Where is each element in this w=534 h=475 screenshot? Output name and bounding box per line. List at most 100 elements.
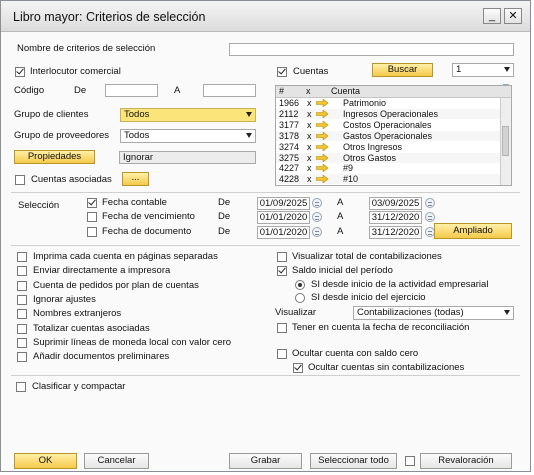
account-x: x <box>307 141 312 152</box>
date-filter-checkbox[interactable] <box>87 198 97 208</box>
criteria-name-label: Nombre de criterios de selección <box>17 43 156 54</box>
business-partner-label: Interlocutor comercial <box>30 66 121 77</box>
radio-company-start[interactable] <box>295 280 305 290</box>
date-from-label: De <box>218 211 231 222</box>
date-from-input[interactable]: 01/01/2020 <box>257 211 310 224</box>
date-to-input[interactable]: 31/12/2020 <box>369 226 422 239</box>
expanded-button[interactable]: Ampliado <box>434 223 512 239</box>
code-from-input[interactable] <box>105 84 158 97</box>
option-checkbox[interactable] <box>17 323 27 334</box>
display-label: Visualizar <box>275 307 317 318</box>
date-from-input[interactable]: 01/01/2020 <box>257 226 310 239</box>
table-row[interactable]: 1966 x Patrimonio <box>276 98 501 108</box>
calendar-icon[interactable] <box>312 198 322 208</box>
link-arrow-icon[interactable] <box>316 131 329 140</box>
table-header: # x Cuenta <box>276 86 511 98</box>
account-x: x <box>307 152 312 163</box>
show-total-checkbox[interactable] <box>277 252 287 262</box>
option-label: Añadir documentos preliminares <box>33 351 170 363</box>
revaluation-checkbox[interactable] <box>405 456 415 466</box>
calendar-icon[interactable] <box>312 212 322 222</box>
radio-company-start-label: SI desde inicio de la actividad empresar… <box>311 279 489 290</box>
account-name: Otros Gastos <box>343 152 397 163</box>
account-code: 1966 <box>279 98 300 108</box>
header-number: # <box>279 86 285 96</box>
date-to-input[interactable]: 03/09/2025 <box>369 197 422 210</box>
option-checkbox[interactable] <box>17 337 27 348</box>
option-checkbox[interactable] <box>17 280 27 291</box>
table-row[interactable]: 3275 x Otros Gastos <box>276 152 501 163</box>
link-arrow-icon[interactable] <box>316 175 329 184</box>
header-x: x <box>306 86 311 96</box>
associated-accounts-button[interactable]: ... <box>122 172 149 186</box>
date-filter-checkbox[interactable] <box>87 227 97 237</box>
supplier-group-label: Grupo de proveedores <box>14 130 110 141</box>
hide-zero-checkbox[interactable] <box>277 349 287 359</box>
select-all-button[interactable]: Seleccionar todo <box>310 453 397 469</box>
link-arrow-icon[interactable] <box>316 109 329 118</box>
link-arrow-icon[interactable] <box>316 142 329 151</box>
sort-compact-checkbox[interactable] <box>16 382 26 392</box>
customer-group-select[interactable]: Todos <box>120 108 256 122</box>
reconciliation-checkbox[interactable] <box>277 323 287 333</box>
calendar-icon[interactable] <box>425 212 435 222</box>
calendar-icon[interactable] <box>425 198 435 208</box>
account-code: 3178 <box>279 130 300 141</box>
account-name: Ingresos Operacionales <box>343 108 439 119</box>
hide-no-postings-checkbox[interactable] <box>293 363 303 373</box>
link-arrow-icon[interactable] <box>316 153 329 162</box>
code-to-input[interactable] <box>203 84 256 97</box>
window-title: Libro mayor: Criterios de selección <box>13 10 206 24</box>
option-label: Enviar directamente a impresora <box>33 265 171 277</box>
date-to-input[interactable]: 31/12/2020 <box>369 211 422 224</box>
table-row[interactable]: 2112 x Ingresos Operacionales <box>276 108 501 119</box>
table-row[interactable]: 3177 x Costos Operacionales <box>276 119 501 130</box>
calendar-icon[interactable] <box>312 227 322 237</box>
supplier-group-select[interactable]: Todos <box>120 129 256 143</box>
revaluation-button[interactable]: Revaloración <box>420 453 512 469</box>
option-checkbox[interactable] <box>17 294 27 305</box>
separator <box>11 375 520 376</box>
cancel-button[interactable]: Cancelar <box>84 453 149 469</box>
option-checkbox[interactable] <box>17 352 27 363</box>
ok-button[interactable]: OK <box>14 453 77 469</box>
link-arrow-icon[interactable] <box>316 99 329 107</box>
opening-balance-label: Saldo inicial del período <box>292 265 393 276</box>
date-filter-checkbox[interactable] <box>87 212 97 222</box>
search-button[interactable]: Buscar <box>372 63 433 77</box>
option-checkbox[interactable] <box>17 266 27 277</box>
save-button[interactable]: Grabar <box>229 453 302 469</box>
accounts-checkbox[interactable] <box>277 67 287 77</box>
table-row[interactable]: 4227 x #9 <box>276 163 501 174</box>
close-button[interactable]: ✕ <box>504 8 522 24</box>
option-checkbox[interactable] <box>17 252 27 262</box>
date-from-label: De <box>218 197 231 208</box>
account-name: Costos Operacionales <box>343 119 432 130</box>
account-code: 3274 <box>279 141 300 152</box>
account-code: 4227 <box>279 163 300 174</box>
account-x: x <box>307 98 312 108</box>
customer-group-label: Grupo de clientes <box>14 109 89 120</box>
link-arrow-icon[interactable] <box>316 164 329 173</box>
table-scrollbar[interactable] <box>500 98 511 185</box>
criteria-name-input[interactable] <box>229 43 514 56</box>
option-checkbox[interactable] <box>17 309 27 320</box>
date-from-input[interactable]: 01/09/2025 <box>257 197 310 210</box>
business-partner-checkbox[interactable] <box>15 67 25 77</box>
table-row[interactable]: 3178 x Gastos Operacionales <box>276 130 501 141</box>
scrollbar-thumb[interactable] <box>502 126 509 156</box>
table-row[interactable]: 4228 x #10 <box>276 174 501 185</box>
title-bar: Libro mayor: Criterios de selección _ ✕ <box>1 1 530 32</box>
associated-accounts-checkbox[interactable] <box>15 175 25 185</box>
opening-balance-checkbox[interactable] <box>277 266 287 276</box>
radio-fiscal-start[interactable] <box>295 293 305 303</box>
display-select[interactable]: Contabilizaciones (todas) <box>353 306 514 320</box>
table-row[interactable]: 3274 x Otros Ingresos <box>276 141 501 152</box>
properties-button[interactable]: Propiedades <box>14 150 95 164</box>
minimize-button[interactable]: _ <box>483 8 501 24</box>
account-level-select[interactable]: 1 <box>452 63 514 77</box>
hide-zero-label: Ocultar cuenta con saldo cero <box>292 348 419 359</box>
date-filter-label: Fecha de documento <box>102 226 192 237</box>
display-value: Contabilizaciones (todas) <box>357 307 464 318</box>
link-arrow-icon[interactable] <box>316 120 329 129</box>
